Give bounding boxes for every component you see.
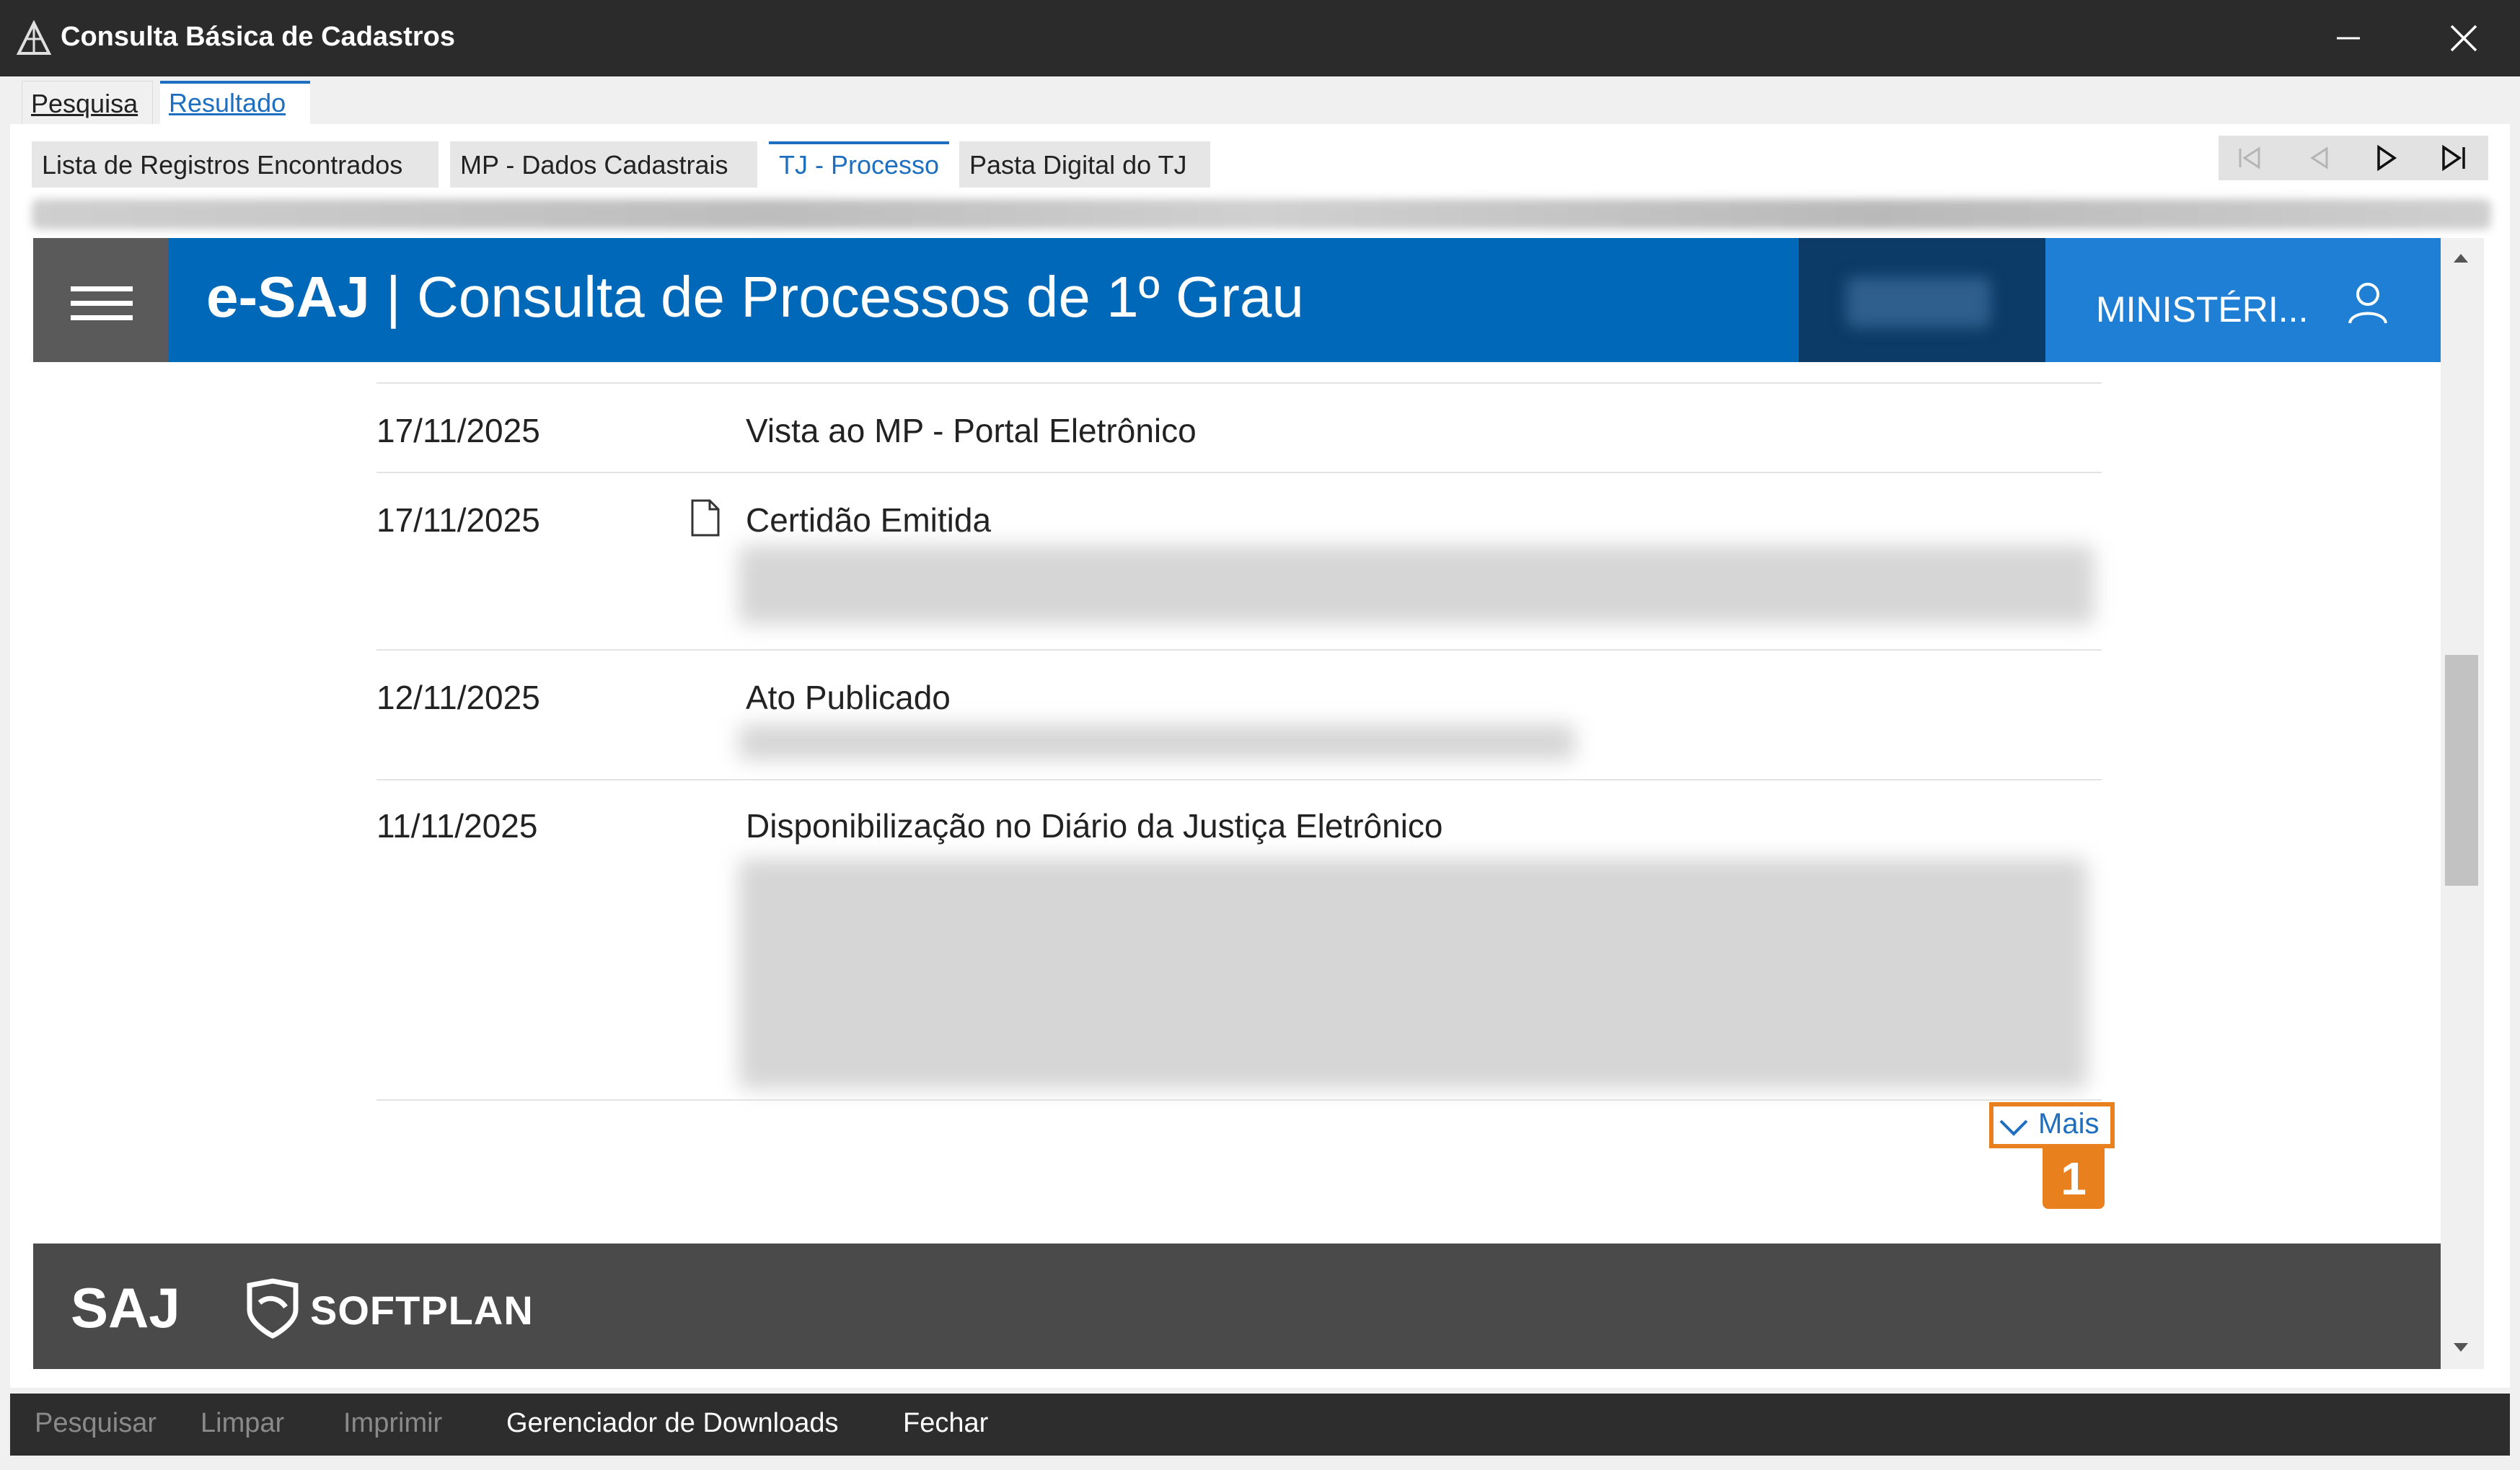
user-icon[interactable] [2344, 278, 2392, 326]
menu-icon-bar [71, 286, 133, 291]
app-logo-icon [16, 20, 52, 55]
user-name[interactable]: MINISTÉRI... [2096, 289, 2308, 330]
list-divider [376, 472, 2102, 473]
gerenciador-downloads-button[interactable]: Gerenciador de Downloads [506, 1408, 839, 1439]
scroll-down-icon[interactable] [2445, 1334, 2477, 1360]
esaj-page-title: Consulta de Processos de 1º Grau [417, 265, 1304, 329]
softplan-logo-text: SOFTPLAN [310, 1288, 534, 1333]
esaj-brand: e-SAJ [206, 265, 370, 329]
movimentacao-description: Vista ao MP - Portal Eletrônico [746, 412, 1197, 449]
redacted-text [739, 724, 1575, 760]
tab-resultado[interactable]: Resultado [160, 81, 310, 124]
window-title: Consulta Básica de Cadastros [61, 22, 455, 52]
title-separator: | [386, 265, 401, 329]
page-title: e-SAJ | Consulta de Processos de 1º Grau [206, 264, 1304, 330]
tab-pesquisa-label: Pesquisa [31, 89, 138, 118]
menu-button[interactable] [33, 238, 169, 362]
address-bar[interactable] [32, 199, 2491, 229]
next-record-icon[interactable] [2354, 136, 2418, 180]
redacted-text [739, 858, 2087, 1089]
step-badge: 1 [2043, 1148, 2105, 1209]
saj-logo-text: SAJ [71, 1277, 180, 1339]
scrollbar-thumb[interactable] [2445, 655, 2478, 886]
mais-label[interactable]: Mais [2038, 1108, 2099, 1140]
subtab-tj-processo[interactable]: TJ - Processo [769, 141, 949, 188]
redacted-text [739, 545, 2094, 625]
menu-icon-bar [71, 315, 133, 320]
limpar-button[interactable]: Limpar [201, 1408, 284, 1439]
movimentacao-date: 12/11/2025 [376, 679, 540, 716]
list-divider [376, 1099, 2102, 1101]
movimentacao-description: Ato Publicado [746, 679, 951, 716]
subtab-pasta-digital[interactable]: Pasta Digital do TJ [959, 141, 1210, 188]
last-record-icon[interactable] [2422, 136, 2485, 180]
movimentacao-description: Disponibilização no Diário da Justiça El… [746, 807, 1443, 845]
chevron-down-icon [1999, 1119, 2028, 1136]
minimize-button[interactable] [2319, 14, 2377, 62]
movimentacao-date: 17/11/2025 [376, 412, 540, 449]
movimentacao-description[interactable]: Certidão Emitida [746, 501, 991, 540]
fechar-button[interactable]: Fechar [903, 1408, 988, 1439]
menu-icon-bar [71, 301, 133, 306]
tab-resultado-label: Resultado [169, 88, 286, 118]
previous-record-icon[interactable] [2286, 136, 2350, 180]
redacted-logo [1846, 277, 1991, 327]
movimentacao-date: 17/11/2025 [376, 501, 540, 539]
movimentacao-date: 11/11/2025 [376, 807, 538, 845]
close-button[interactable] [2428, 14, 2500, 62]
subtab-lista-registros[interactable]: Lista de Registros Encontrados [32, 141, 439, 188]
redacted-url [32, 199, 2491, 229]
imprimir-button[interactable]: Imprimir [343, 1408, 442, 1439]
softplan-logo-icon [247, 1278, 299, 1339]
first-record-icon[interactable] [2219, 136, 2282, 180]
subtab-mp-dados-cadastrais[interactable]: MP - Dados Cadastrais [450, 141, 757, 188]
tab-pesquisa[interactable]: Pesquisa [22, 81, 153, 124]
pesquisar-button[interactable]: Pesquisar [35, 1408, 157, 1439]
scroll-up-icon[interactable] [2445, 245, 2477, 271]
document-icon[interactable] [688, 498, 723, 538]
list-divider [376, 382, 2102, 384]
saj-logo-icon: SAJ [71, 1277, 180, 1339]
list-divider [376, 779, 2102, 780]
list-divider [376, 649, 2102, 651]
